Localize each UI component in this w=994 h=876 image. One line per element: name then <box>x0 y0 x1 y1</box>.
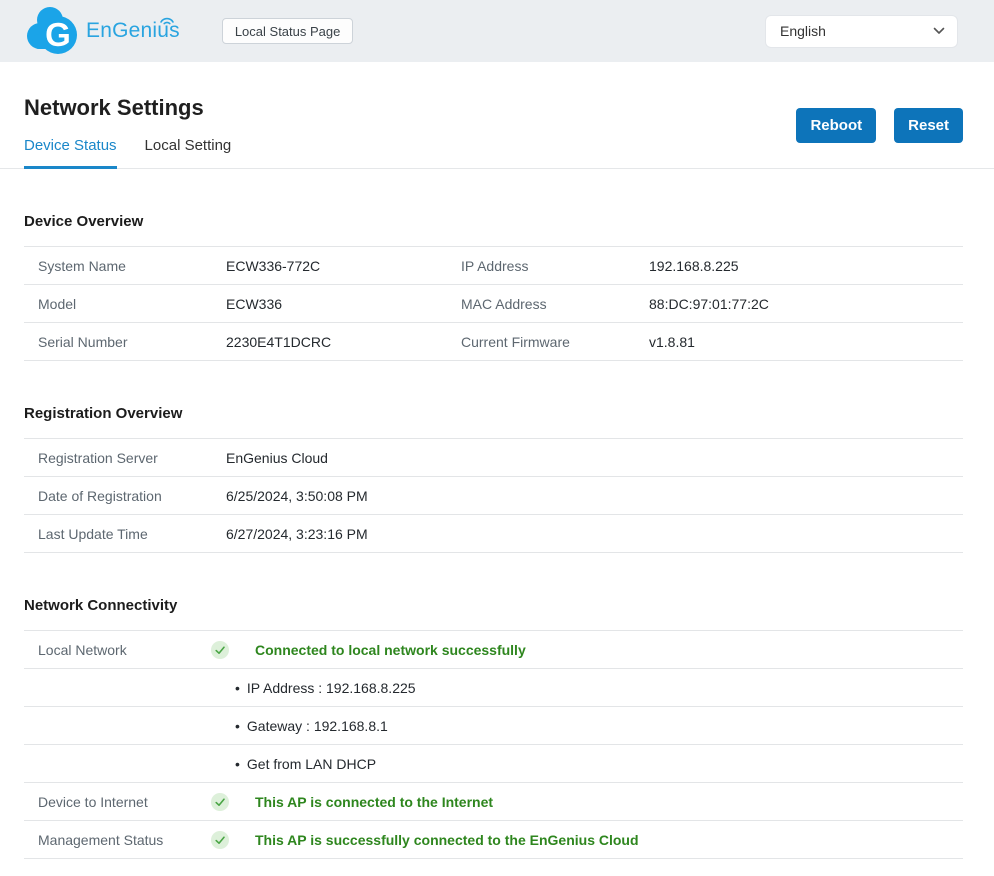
success-check-icon <box>211 641 229 659</box>
row-value: EnGenius Cloud <box>226 450 963 466</box>
row-value: 88:DC:97:01:77:2C <box>649 296 963 312</box>
row-label: Serial Number <box>38 334 226 350</box>
network-connectivity-table: Local Network Connected to local network… <box>24 630 963 859</box>
local-status-page-button[interactable]: Local Status Page <box>222 18 354 44</box>
status-cell: Connected to local network successfully <box>211 641 963 659</box>
row-label: MAC Address <box>461 296 649 312</box>
row-value: ECW336 <box>226 296 461 312</box>
status-text: This AP is connected to the Internet <box>255 794 493 810</box>
table-row: Management Status This AP is successfull… <box>24 821 963 859</box>
row-label: Management Status <box>38 832 211 848</box>
row-label: Current Firmware <box>461 334 649 350</box>
table-row: Serial Number 2230E4T1DCRC Current Firmw… <box>24 323 963 361</box>
engenius-logo: G EnGenius <box>24 4 198 58</box>
row-value: 6/25/2024, 3:50:08 PM <box>226 488 963 504</box>
cloud-logo-icon: G <box>24 4 80 58</box>
detail-row: • Gateway : 192.168.8.1 <box>24 707 963 745</box>
row-label: IP Address <box>461 258 649 274</box>
table-row: Last Update Time 6/27/2024, 3:23:16 PM <box>24 515 963 553</box>
row-value: 2230E4T1DCRC <box>226 334 461 350</box>
row-value: 192.168.8.225 <box>649 258 963 274</box>
reboot-button[interactable]: Reboot <box>796 108 876 143</box>
header-bar: G EnGenius Local Status Page English <box>0 0 994 62</box>
registration-overview-table: Registration Server EnGenius Cloud Date … <box>24 438 963 553</box>
row-label: Local Network <box>38 642 211 658</box>
bullet-icon: • <box>235 718 240 734</box>
reset-button[interactable]: Reset <box>894 108 963 143</box>
success-check-icon <box>211 793 229 811</box>
row-label: Device to Internet <box>38 794 211 810</box>
device-overview-title: Device Overview <box>24 213 963 230</box>
language-select[interactable]: English <box>765 15 958 48</box>
row-value: v1.8.81 <box>649 334 963 350</box>
table-row: Date of Registration 6/25/2024, 3:50:08 … <box>24 477 963 515</box>
wifi-icon <box>158 14 176 25</box>
svg-text:G: G <box>45 16 71 53</box>
detail-row: • Get from LAN DHCP <box>24 745 963 783</box>
bullet-icon: • <box>235 680 240 696</box>
status-cell: This AP is connected to the Internet <box>211 793 963 811</box>
row-value: 6/27/2024, 3:23:16 PM <box>226 526 963 542</box>
table-row: Registration Server EnGenius Cloud <box>24 439 963 477</box>
row-label: Last Update Time <box>38 526 226 542</box>
row-label: Registration Server <box>38 450 226 466</box>
language-selected-value: English <box>780 23 826 39</box>
tab-device-status[interactable]: Device Status <box>24 137 117 169</box>
row-label: System Name <box>38 258 226 274</box>
status-cell: This AP is successfully connected to the… <box>211 831 963 849</box>
tab-local-setting[interactable]: Local Setting <box>145 137 232 168</box>
chevron-down-icon <box>933 27 945 35</box>
row-label: Date of Registration <box>38 488 226 504</box>
table-row: Device to Internet This AP is connected … <box>24 783 963 821</box>
status-text: This AP is successfully connected to the… <box>255 832 639 848</box>
success-check-icon <box>211 831 229 849</box>
action-buttons: Reboot Reset <box>796 108 963 143</box>
detail-text: Get from LAN DHCP <box>247 756 376 772</box>
table-row: System Name ECW336-772C IP Address 192.1… <box>24 247 963 285</box>
page-header: Network Settings Device Status Local Set… <box>0 62 994 169</box>
network-connectivity-title: Network Connectivity <box>24 597 963 614</box>
detail-row: • IP Address : 192.168.8.225 <box>24 669 963 707</box>
table-row: Local Network Connected to local network… <box>24 631 963 669</box>
table-row: Model ECW336 MAC Address 88:DC:97:01:77:… <box>24 285 963 323</box>
detail-text: Gateway : 192.168.8.1 <box>247 718 388 734</box>
detail-text: IP Address : 192.168.8.225 <box>247 680 416 696</box>
status-text: Connected to local network successfully <box>255 642 526 658</box>
main-content: Device Overview System Name ECW336-772C … <box>0 213 994 859</box>
bullet-icon: • <box>235 756 240 772</box>
row-value: ECW336-772C <box>226 258 461 274</box>
registration-overview-title: Registration Overview <box>24 405 963 422</box>
row-label: Model <box>38 296 226 312</box>
device-overview-table: System Name ECW336-772C IP Address 192.1… <box>24 246 963 361</box>
